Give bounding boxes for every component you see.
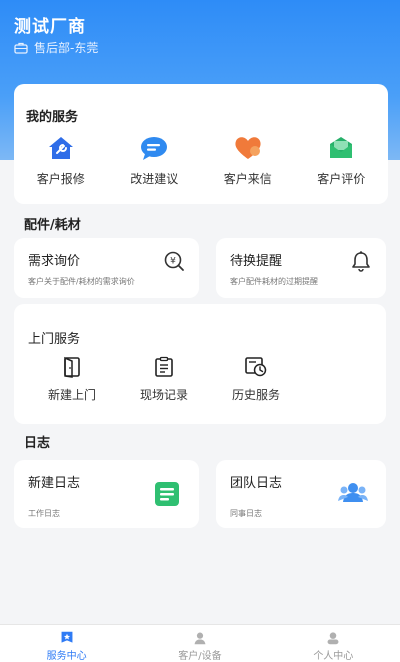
inquiry-title: 需求询价	[28, 254, 81, 269]
tab-customer-device[interactable]: 客户/设备	[133, 625, 266, 662]
service-label: 客户评价	[317, 172, 366, 186]
door-icon	[64, 356, 80, 378]
star-badge-icon	[61, 631, 73, 643]
tab-label: 服务中心	[46, 651, 87, 662]
tab-label: 个人中心	[313, 651, 354, 662]
parts-section-title: 配件/耗材	[24, 218, 81, 233]
my-services-card: 我的服务 客户报修 改进建议 客户来信 客户评价	[14, 84, 388, 204]
clipboard-icon	[155, 356, 173, 377]
service-item-letter[interactable]: 客户来信	[201, 134, 295, 187]
reminder-title: 待换提醒	[230, 254, 283, 269]
user-icon	[194, 632, 206, 645]
company-name: 测试厂商	[14, 17, 86, 37]
envelope-icon	[326, 134, 356, 162]
tab-label: 客户/设备	[178, 651, 222, 662]
reminder-card[interactable]: 待换提醒 客户配件耗材的过期提醒	[216, 238, 386, 298]
team-log-card[interactable]: 团队日志 同事日志	[216, 460, 386, 528]
service-label: 客户来信	[223, 172, 272, 186]
visit-service-card: 上门服务 新建上门 现场记录 历史服务	[14, 304, 386, 424]
new-log-desc: 工作日志	[28, 509, 60, 518]
service-item-repair[interactable]: 客户报修	[14, 134, 108, 187]
visit-service-grid: 新建上门 现场记录 历史服务	[42, 356, 286, 403]
my-services-title: 我的服务	[26, 110, 79, 125]
price-search-icon: ¥	[163, 250, 185, 276]
visit-item-new[interactable]: 新建上门	[42, 356, 102, 403]
bottom-tab-bar: 服务中心 客户/设备 个人中心	[0, 624, 400, 662]
briefcase-icon	[14, 42, 28, 54]
wrench-house-icon	[46, 134, 76, 162]
visit-label: 现场记录	[139, 388, 188, 402]
visit-service-title: 上门服务	[28, 332, 81, 347]
history-icon	[245, 357, 267, 377]
department-label: 售后部-东莞	[34, 41, 99, 55]
reminder-desc: 客户配件耗材的过期提醒	[230, 277, 318, 286]
service-item-review[interactable]: 客户评价	[295, 134, 389, 187]
tab-service-center[interactable]: 服务中心	[0, 625, 133, 662]
document-icon	[153, 480, 181, 512]
team-log-title: 团队日志	[230, 476, 283, 491]
service-item-suggestion[interactable]: 改进建议	[108, 134, 202, 187]
person-icon	[327, 632, 339, 645]
service-label: 客户报修	[36, 172, 85, 186]
team-log-desc: 同事日志	[230, 509, 262, 518]
inquiry-desc: 客户关于配件/耗材的需求询价	[28, 277, 135, 286]
log-section-title: 日志	[24, 436, 51, 451]
my-services-grid: 客户报修 改进建议 客户来信 客户评价	[14, 134, 388, 187]
service-label: 改进建议	[130, 172, 179, 186]
inquiry-card[interactable]: 需求询价 客户关于配件/耗材的需求询价 ¥	[14, 238, 199, 298]
tab-personal-center[interactable]: 个人中心	[267, 625, 400, 662]
heart-icon	[233, 134, 263, 162]
visit-item-history[interactable]: 历史服务	[226, 356, 286, 403]
visit-item-record[interactable]: 现场记录	[134, 356, 194, 403]
chat-bubble-icon	[139, 134, 169, 162]
visit-label: 历史服务	[231, 388, 280, 402]
svg-text:¥: ¥	[170, 257, 176, 267]
department-row[interactable]: 售后部-东莞	[14, 39, 98, 56]
visit-label: 新建上门	[47, 388, 96, 402]
team-icon	[338, 480, 368, 510]
new-log-card[interactable]: 新建日志 工作日志	[14, 460, 199, 528]
bell-icon	[350, 250, 372, 276]
new-log-title: 新建日志	[28, 476, 81, 491]
